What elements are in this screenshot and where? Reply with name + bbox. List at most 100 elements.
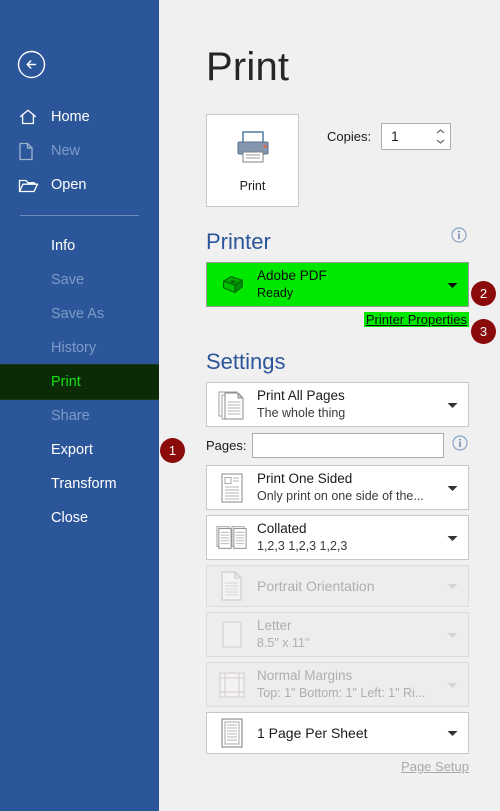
page-setup-link[interactable]: Page Setup xyxy=(401,759,469,774)
setting-orientation[interactable]: Portrait Orientation xyxy=(206,565,469,607)
print-action-row: Print Copies: 1 xyxy=(206,114,500,207)
printer-section-header: Printer xyxy=(206,207,500,262)
portrait-page-icon xyxy=(216,569,248,603)
one-sided-page-icon xyxy=(216,471,248,505)
print-pane: Print Print Copies: 1 Printer Adobe PDF … xyxy=(159,0,500,811)
sidebar-item-open[interactable]: Open xyxy=(0,168,159,202)
chevron-down-icon[interactable] xyxy=(447,529,458,547)
chevron-down-icon[interactable] xyxy=(447,676,458,694)
printer-select[interactable]: Adobe PDF Ready xyxy=(206,262,469,307)
collated-pages-icon xyxy=(216,521,248,555)
sidebar-item-label: Export xyxy=(51,442,93,458)
sidebar-item-print[interactable]: Print xyxy=(0,364,160,400)
sidebar-item-transform[interactable]: Transform xyxy=(0,467,159,501)
pages-label: Pages: xyxy=(206,438,247,453)
printer-icon xyxy=(231,128,275,171)
printer-info-icon[interactable] xyxy=(451,227,467,248)
printer-name: Adobe PDF xyxy=(257,267,327,283)
chevron-down-icon[interactable] xyxy=(447,724,458,742)
pages-row: Pages: xyxy=(206,433,500,458)
sidebar-item-label: History xyxy=(51,340,97,356)
setting-sub-label: The whole thing xyxy=(257,406,346,421)
setting-print-range-text: Print All Pages The whole thing xyxy=(257,387,345,422)
callout-badge-2: 2 xyxy=(471,281,496,306)
sidebar-item-history[interactable]: History xyxy=(0,331,159,365)
sidebar-item-label: Print xyxy=(51,374,81,390)
chevron-down-icon[interactable] xyxy=(447,577,458,595)
chevron-down-icon[interactable] xyxy=(447,479,458,497)
setting-margins[interactable]: Normal Margins Top: 1" Bottom: 1" Left: … xyxy=(206,662,469,707)
sidebar-item-label: Close xyxy=(51,510,89,526)
sidebar-item-new[interactable]: New xyxy=(0,134,159,168)
pages-input[interactable] xyxy=(252,433,444,458)
setting-main-label: Collated xyxy=(257,520,307,536)
chevron-down-icon[interactable] xyxy=(447,276,458,294)
setting-sides-text: Print One Sided Only print on one side o… xyxy=(257,470,424,505)
setting-sub-label: 1,2,3 1,2,3 1,2,3 xyxy=(257,539,348,554)
sidebar-item-save[interactable]: Save xyxy=(0,263,159,297)
chevron-down-icon[interactable] xyxy=(447,396,458,414)
copies-label: Copies: xyxy=(327,129,372,144)
stacked-pages-icon xyxy=(216,388,248,422)
backstage-sidebar: Home New Open Info Save Save As History … xyxy=(0,0,160,811)
page-setup-row: Page Setup xyxy=(206,759,469,774)
page-per-sheet-icon xyxy=(216,716,248,750)
sidebar-item-close[interactable]: Close xyxy=(0,501,159,535)
setting-main-label: Normal Margins xyxy=(257,667,353,683)
copies-stepper[interactable]: 1 xyxy=(381,123,452,150)
folder-icon xyxy=(18,175,40,195)
setting-collation-text: Collated 1,2,3 1,2,3 1,2,3 xyxy=(257,520,347,555)
sidebar-item-label: Info xyxy=(51,238,76,254)
printer-icon xyxy=(216,268,248,302)
print-backstage-view: Home New Open Info Save Save As History … xyxy=(0,0,500,811)
setting-sub-label: 8.5" x 11" xyxy=(257,636,310,651)
page-title: Print xyxy=(206,45,290,89)
page-icon xyxy=(18,141,40,161)
setting-sides[interactable]: Print One Sided Only print on one side o… xyxy=(206,465,469,510)
pages-info-icon[interactable] xyxy=(452,435,468,456)
setting-main-label: Print One Sided xyxy=(257,470,353,486)
printer-heading: Printer xyxy=(206,229,271,254)
setting-main-label: Portrait Orientation xyxy=(257,577,375,594)
setting-main-label: 1 Page Per Sheet xyxy=(257,724,368,741)
printer-status: Ready xyxy=(257,286,294,301)
setting-paper-size-text: Letter 8.5" x 11" xyxy=(257,617,309,652)
printer-select-text: Adobe PDF Ready xyxy=(257,267,327,302)
print-button-label: Print xyxy=(239,179,266,193)
setting-print-range[interactable]: Print All Pages The whole thing xyxy=(206,382,469,427)
setting-paper-size[interactable]: Letter 8.5" x 11" xyxy=(206,612,469,657)
sidebar-item-label: Open xyxy=(51,177,87,193)
paper-size-icon xyxy=(216,618,248,652)
sidebar-item-label: Share xyxy=(51,408,90,424)
setting-margins-text: Normal Margins Top: 1" Bottom: 1" Left: … xyxy=(257,667,425,702)
setting-orientation-text: Portrait Orientation xyxy=(257,577,375,596)
sidebar-item-share[interactable]: Share xyxy=(0,399,159,433)
setting-collation[interactable]: Collated 1,2,3 1,2,3 1,2,3 xyxy=(206,515,469,560)
setting-pages-per-sheet[interactable]: 1 Page Per Sheet xyxy=(206,712,469,754)
sidebar-divider xyxy=(20,215,139,216)
setting-main-label: Print All Pages xyxy=(257,387,345,403)
chevron-down-icon[interactable] xyxy=(447,626,458,644)
copies-control: Copies: 1 xyxy=(327,123,452,150)
back-arrow-icon[interactable] xyxy=(17,50,46,79)
sidebar-item-label: Save xyxy=(51,272,85,288)
settings-heading: Settings xyxy=(206,349,286,374)
printer-properties-link[interactable]: Printer Properties xyxy=(363,312,469,327)
sidebar-item-label: New xyxy=(51,143,81,159)
sidebar-item-info[interactable]: Info xyxy=(0,229,159,263)
sidebar-item-label: Save As xyxy=(51,306,105,322)
setting-pages-per-sheet-text: 1 Page Per Sheet xyxy=(257,724,368,743)
margins-icon xyxy=(216,668,248,702)
callout-badge-1: 1 xyxy=(160,438,185,463)
sidebar-item-label: Transform xyxy=(51,476,117,492)
spinner-arrows-icon[interactable] xyxy=(436,124,445,149)
sidebar-item-home[interactable]: Home xyxy=(0,100,159,134)
setting-sub-label: Only print on one side of the... xyxy=(257,489,424,504)
sidebar-item-export[interactable]: Export xyxy=(0,433,159,467)
setting-main-label: Letter xyxy=(257,617,292,633)
printer-properties-row: Printer Properties xyxy=(206,312,469,327)
print-button[interactable]: Print xyxy=(206,114,299,207)
callout-badge-3: 3 xyxy=(471,319,496,344)
home-icon xyxy=(18,107,40,127)
sidebar-item-save-as[interactable]: Save As xyxy=(0,297,159,331)
